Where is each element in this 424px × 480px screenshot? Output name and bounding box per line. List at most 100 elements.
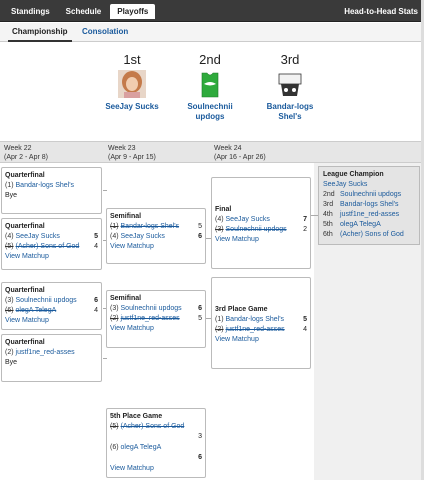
view-matchup-link[interactable]: View Matchup (110, 242, 202, 252)
view-matchup-link[interactable]: View Matchup (215, 235, 307, 245)
quarterfinal-box: Quarterfinal (2) justf1ne_red-asses Bye (1, 334, 102, 382)
score: 5 (198, 315, 202, 322)
score: 6 (198, 305, 202, 312)
champion-title: League Champion (323, 171, 384, 178)
view-matchup-link[interactable]: View Matchup (5, 252, 98, 262)
score: 7 (303, 216, 307, 223)
team-link[interactable]: Bandar-logs Shel's (121, 223, 180, 230)
team-link[interactable]: olegA TelegA (340, 221, 381, 228)
team-link[interactable]: SeeJay Sucks (226, 216, 270, 223)
place-label: 1st (123, 52, 141, 67)
team-row: (4) SeeJay Sucks 6 (110, 233, 202, 240)
team-link[interactable]: Bandar-logs Shel's (226, 316, 285, 323)
team-link[interactable]: Soulnechnii updogs (121, 305, 182, 312)
team-link[interactable]: justf1ne_red-asses (340, 211, 399, 218)
league-champion-panel: League Champion SeeJay Sucks 2nd Soulnech… (318, 166, 420, 245)
head-to-head-stats-link[interactable]: Head-to-Head Stats (344, 7, 418, 16)
team-row: (5) (Acher) Sons of God 4 (5, 243, 98, 250)
final-standing-row: 2nd Soulnechnii updogs (323, 191, 402, 198)
team-link[interactable]: SeeJay Sucks (16, 233, 60, 240)
bye-label: Bye (5, 359, 18, 366)
week-header-empty (314, 141, 424, 163)
bracket-line (103, 358, 107, 359)
team-link[interactable]: justf1ne_red-asses (121, 315, 180, 322)
score: 6 (94, 297, 98, 304)
tab-consolation[interactable]: Consolation (82, 27, 128, 36)
team-row: (1) Bandar-logs Shel's 5 (215, 316, 307, 323)
quarterfinal-box: Quarterfinal (1) Bandar-logs Shel's Bye (1, 167, 102, 214)
team-row: (2) justf1ne_red-asses 4 (215, 326, 307, 333)
team-link[interactable]: Bandar-logs Shel's (340, 201, 399, 208)
nav-schedule[interactable]: Schedule (59, 4, 109, 19)
bracket-subtabs: Championship Consolation (0, 23, 424, 42)
team-link[interactable]: (Acher) Sons of God (121, 423, 185, 430)
score: 2 (303, 226, 307, 233)
avatar-photo (118, 70, 146, 98)
matchup-title: 5th Place Game (110, 413, 163, 420)
team-row: (2) justf1ne_red-asses (5, 349, 75, 356)
team-link[interactable]: olegA TelegA (121, 444, 162, 451)
podium-first: 1st SeeJay Sucks (87, 52, 177, 112)
team-link[interactable]: SeeJay Sucks (121, 233, 165, 240)
team-row: (2) justf1ne_red-asses 5 (110, 315, 202, 322)
view-matchup-link[interactable]: View Matchup (5, 316, 98, 326)
view-matchup-link[interactable]: View Matchup (110, 464, 202, 474)
team-link[interactable]: Bandar-logs Shel's (16, 182, 75, 189)
matchup-title: Final (215, 206, 232, 213)
view-matchup-link[interactable]: View Matchup (215, 335, 307, 345)
team-row: (4) SeeJay Sucks 7 (215, 216, 307, 223)
view-matchup-link[interactable]: View Matchup (110, 324, 202, 334)
final-standing-row: 3rd Bandar-logs Shel's (323, 201, 399, 208)
place-label: 2nd (199, 52, 221, 67)
quarterfinal-box: Quarterfinal (4) SeeJay Sucks 5 (5) (Ach… (1, 218, 102, 270)
matchup-title: Quarterfinal (5, 172, 45, 179)
matchup-title: Quarterfinal (5, 287, 45, 294)
quarterfinal-box: Quarterfinal (3) Soulnechnii updogs 6 (6… (1, 282, 102, 330)
team-link[interactable]: Soulnechnii updogs (340, 191, 401, 198)
podium-team-link[interactable]: Bandar-logs Shel's (245, 102, 335, 122)
bracket-line (103, 190, 107, 191)
bracket-line (311, 215, 318, 216)
bye-label: Bye (5, 192, 18, 199)
team-link[interactable]: olegA TelegA (16, 307, 57, 314)
place-label: 3rd (280, 52, 300, 67)
final-standing-row: 5th olegA TelegA (323, 221, 381, 228)
score: 6 (198, 454, 202, 461)
podium-team-link[interactable]: Soulnechnii updogs (165, 102, 255, 122)
podium-third: 3rd Bandar-logs Shel's (245, 52, 335, 122)
green-jersey-icon (196, 70, 224, 98)
team-row: (3) Soulnechnii updogs 6 (5, 297, 98, 304)
team-row: (5) (Acher) Sons of God (110, 423, 185, 430)
fifth-place-box: 5th Place Game (5) (Acher) Sons of God 3… (106, 408, 206, 478)
score: 4 (303, 326, 307, 333)
podium-team-link[interactable]: SeeJay Sucks (87, 102, 177, 112)
podium-second: 2nd Soulnechnii updogs (165, 52, 255, 122)
main-nav: Standings Schedule Playoffs (4, 4, 156, 19)
team-link[interactable]: (Acher) Sons of God (340, 231, 404, 238)
team-row: (6) olegA TelegA 4 (5, 307, 98, 314)
team-link[interactable]: justf1ne_red-asses (16, 349, 75, 356)
nav-standings[interactable]: Standings (4, 4, 57, 19)
semifinal-box: Semifinal (3) Soulnechnii updogs 6 (2) j… (106, 290, 206, 348)
team-row: (3) Soulnechnii updogs 2 (215, 226, 307, 233)
matchup-title: Semifinal (110, 213, 142, 220)
nav-playoffs[interactable]: Playoffs (110, 4, 156, 19)
matchup-title: 3rd Place Game (215, 306, 268, 313)
team-row: (1) Bandar-logs Shel's 5 (110, 223, 202, 230)
team-row: (6) olegA TelegA (110, 444, 162, 451)
team-link[interactable]: justf1ne_red-asses (226, 326, 285, 333)
team-link[interactable]: Soulnechnii updogs (16, 297, 77, 304)
score: 5 (198, 223, 202, 230)
team-link[interactable]: Soulnechnii updogs (226, 226, 287, 233)
score: 4 (94, 307, 98, 314)
score-row: 6 (110, 453, 202, 464)
score: 5 (94, 233, 98, 240)
score-row: 3 (110, 432, 202, 443)
tab-championship[interactable]: Championship (12, 27, 68, 36)
team-row: (3) Soulnechnii updogs 6 (110, 305, 202, 312)
team-link[interactable]: (Acher) Sons of God (16, 243, 80, 250)
semifinal-box: Semifinal (1) Bandar-logs Shel's 5 (4) S… (106, 208, 206, 264)
team-row: (1) Bandar-logs Shel's (5, 182, 75, 189)
team-logo (276, 70, 304, 98)
champion-team-link[interactable]: SeeJay Sucks (323, 180, 415, 190)
